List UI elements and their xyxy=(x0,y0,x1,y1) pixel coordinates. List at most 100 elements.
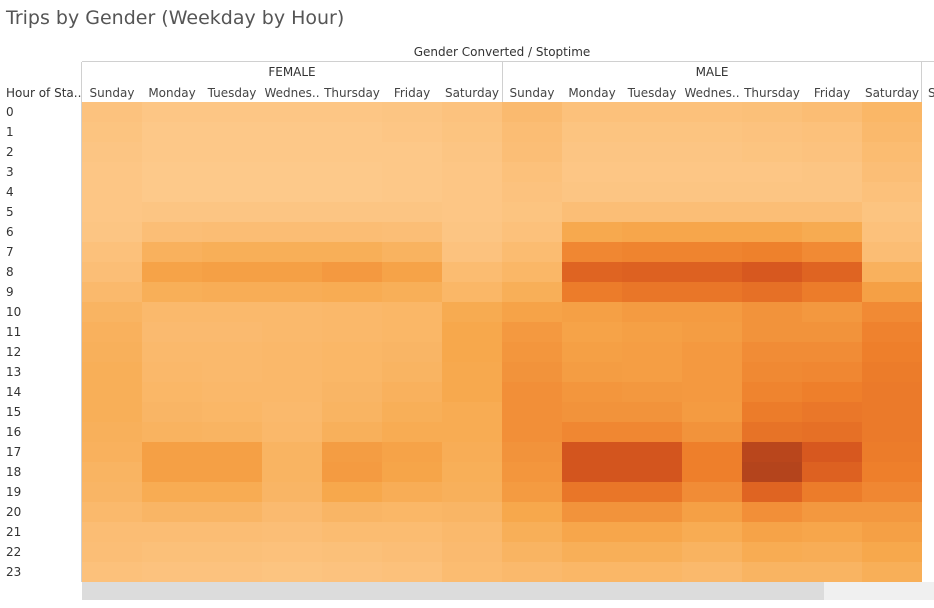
heatmap-cell-female-thursday-hour-18[interactable] xyxy=(322,462,382,482)
heatmap-cell-male-tuesday-hour-16[interactable] xyxy=(622,422,682,442)
heatmap-cell-female-tuesday-hour-17[interactable] xyxy=(202,442,262,462)
heatmap-cell-female-monday-hour-16[interactable] xyxy=(142,422,202,442)
heatmap-cell-male-thursday-hour-10[interactable] xyxy=(742,302,802,322)
heatmap-cell-male-wednes-hour-13[interactable] xyxy=(682,362,742,382)
heatmap-cell-male-wednes-hour-21[interactable] xyxy=(682,522,742,542)
heatmap-cell-male-tuesday-hour-14[interactable] xyxy=(622,382,682,402)
heatmap-cell-female-saturday-hour-14[interactable] xyxy=(442,382,502,402)
heatmap-cell-male-saturday-hour-8[interactable] xyxy=(862,262,922,282)
heatmap-cell-female-tuesday-hour-6[interactable] xyxy=(202,222,262,242)
heatmap-cell-female-sunday-hour-16[interactable] xyxy=(82,422,142,442)
heatmap-cell-female-friday-hour-21[interactable] xyxy=(382,522,442,542)
heatmap-cell-female-friday-hour-1[interactable] xyxy=(382,122,442,142)
heatmap-cell-female-wednes-hour-19[interactable] xyxy=(262,482,322,502)
heatmap-cell-female-friday-hour-4[interactable] xyxy=(382,182,442,202)
heatmap-cell-female-tuesday-hour-9[interactable] xyxy=(202,282,262,302)
heatmap-cell-female-thursday-hour-17[interactable] xyxy=(322,442,382,462)
heatmap-cell-male-sunday-hour-21[interactable] xyxy=(502,522,562,542)
heatmap-cell-female-tuesday-hour-12[interactable] xyxy=(202,342,262,362)
scrollbar-thumb[interactable] xyxy=(82,582,824,600)
heatmap-cell-female-wednes-hour-6[interactable] xyxy=(262,222,322,242)
heatmap-cell-male-sunday-hour-7[interactable] xyxy=(502,242,562,262)
heatmap-cell-male-saturday-hour-10[interactable] xyxy=(862,302,922,322)
heatmap-cell-female-sunday-hour-11[interactable] xyxy=(82,322,142,342)
heatmap-cell-male-saturday-hour-13[interactable] xyxy=(862,362,922,382)
heatmap-cell-female-saturday-hour-20[interactable] xyxy=(442,502,502,522)
heatmap-cell-female-tuesday-hour-18[interactable] xyxy=(202,462,262,482)
heatmap-cell-male-monday-hour-1[interactable] xyxy=(562,122,622,142)
heatmap-cell-female-wednes-hour-16[interactable] xyxy=(262,422,322,442)
heatmap-cell-female-sunday-hour-9[interactable] xyxy=(82,282,142,302)
heatmap-cell-male-monday-hour-16[interactable] xyxy=(562,422,622,442)
heatmap-cell-male-thursday-hour-11[interactable] xyxy=(742,322,802,342)
heatmap-cell-female-friday-hour-7[interactable] xyxy=(382,242,442,262)
heatmap-cell-male-wednes-hour-8[interactable] xyxy=(682,262,742,282)
heatmap-cell-female-monday-hour-0[interactable] xyxy=(142,102,202,122)
heatmap-cell-female-tuesday-hour-22[interactable] xyxy=(202,542,262,562)
heatmap-cell-male-sunday-hour-13[interactable] xyxy=(502,362,562,382)
heatmap-cell-male-tuesday-hour-12[interactable] xyxy=(622,342,682,362)
heatmap-cell-male-sunday-hour-4[interactable] xyxy=(502,182,562,202)
heatmap-cell-female-thursday-hour-8[interactable] xyxy=(322,262,382,282)
heatmap-cell-male-monday-hour-12[interactable] xyxy=(562,342,622,362)
heatmap-cell-male-thursday-hour-6[interactable] xyxy=(742,222,802,242)
heatmap-cell-female-saturday-hour-22[interactable] xyxy=(442,542,502,562)
heatmap-cell-female-monday-hour-4[interactable] xyxy=(142,182,202,202)
heatmap-cell-male-saturday-hour-1[interactable] xyxy=(862,122,922,142)
heatmap-cell-male-friday-hour-6[interactable] xyxy=(802,222,862,242)
heatmap-cell-male-thursday-hour-4[interactable] xyxy=(742,182,802,202)
heatmap-cell-female-sunday-hour-2[interactable] xyxy=(82,142,142,162)
heatmap-cell-female-wednes-hour-7[interactable] xyxy=(262,242,322,262)
heatmap-cell-male-wednes-hour-3[interactable] xyxy=(682,162,742,182)
heatmap-cell-female-sunday-hour-23[interactable] xyxy=(82,562,142,582)
heatmap-cell-male-tuesday-hour-20[interactable] xyxy=(622,502,682,522)
heatmap-cell-female-saturday-hour-8[interactable] xyxy=(442,262,502,282)
heatmap-cell-female-wednes-hour-15[interactable] xyxy=(262,402,322,422)
heatmap-cell-female-monday-hour-17[interactable] xyxy=(142,442,202,462)
heatmap-cell-male-thursday-hour-21[interactable] xyxy=(742,522,802,542)
heatmap-cell-male-wednes-hour-12[interactable] xyxy=(682,342,742,362)
heatmap-cell-male-thursday-hour-1[interactable] xyxy=(742,122,802,142)
heatmap-cell-female-sunday-hour-8[interactable] xyxy=(82,262,142,282)
heatmap-cell-male-monday-hour-17[interactable] xyxy=(562,442,622,462)
heatmap-cell-male-sunday-hour-9[interactable] xyxy=(502,282,562,302)
heatmap-cell-male-tuesday-hour-19[interactable] xyxy=(622,482,682,502)
heatmap-cell-female-monday-hour-14[interactable] xyxy=(142,382,202,402)
heatmap-cell-male-sunday-hour-22[interactable] xyxy=(502,542,562,562)
heatmap-cell-female-wednes-hour-4[interactable] xyxy=(262,182,322,202)
heatmap-cell-male-monday-hour-11[interactable] xyxy=(562,322,622,342)
heatmap-cell-female-tuesday-hour-1[interactable] xyxy=(202,122,262,142)
heatmap-cell-male-friday-hour-23[interactable] xyxy=(802,562,862,582)
heatmap-cell-male-tuesday-hour-18[interactable] xyxy=(622,462,682,482)
heatmap-cell-male-thursday-hour-20[interactable] xyxy=(742,502,802,522)
heatmap-cell-female-monday-hour-11[interactable] xyxy=(142,322,202,342)
heatmap-cell-female-thursday-hour-1[interactable] xyxy=(322,122,382,142)
heatmap-cell-female-thursday-hour-7[interactable] xyxy=(322,242,382,262)
heatmap-cell-male-thursday-hour-7[interactable] xyxy=(742,242,802,262)
heatmap-cell-male-saturday-hour-16[interactable] xyxy=(862,422,922,442)
heatmap-cell-male-friday-hour-22[interactable] xyxy=(802,542,862,562)
heatmap-cell-male-thursday-hour-19[interactable] xyxy=(742,482,802,502)
heatmap-cell-male-tuesday-hour-23[interactable] xyxy=(622,562,682,582)
heatmap-cell-male-sunday-hour-15[interactable] xyxy=(502,402,562,422)
heatmap-cell-male-thursday-hour-18[interactable] xyxy=(742,462,802,482)
heatmap-cell-female-thursday-hour-23[interactable] xyxy=(322,562,382,582)
heatmap-cell-male-saturday-hour-3[interactable] xyxy=(862,162,922,182)
heatmap-cell-female-wednes-hour-8[interactable] xyxy=(262,262,322,282)
heatmap-cell-male-wednes-hour-17[interactable] xyxy=(682,442,742,462)
heatmap-cell-male-sunday-hour-12[interactable] xyxy=(502,342,562,362)
heatmap-cell-male-friday-hour-14[interactable] xyxy=(802,382,862,402)
heatmap-cell-male-tuesday-hour-5[interactable] xyxy=(622,202,682,222)
heatmap-cell-female-sunday-hour-22[interactable] xyxy=(82,542,142,562)
heatmap-cell-male-wednes-hour-9[interactable] xyxy=(682,282,742,302)
heatmap-cell-male-tuesday-hour-1[interactable] xyxy=(622,122,682,142)
heatmap-cell-female-thursday-hour-9[interactable] xyxy=(322,282,382,302)
heatmap-cell-male-saturday-hour-20[interactable] xyxy=(862,502,922,522)
heatmap-cell-male-wednes-hour-14[interactable] xyxy=(682,382,742,402)
heatmap-cell-female-monday-hour-23[interactable] xyxy=(142,562,202,582)
heatmap-cell-female-monday-hour-15[interactable] xyxy=(142,402,202,422)
heatmap-cell-female-tuesday-hour-0[interactable] xyxy=(202,102,262,122)
heatmap-cell-female-wednes-hour-21[interactable] xyxy=(262,522,322,542)
heatmap-cell-female-thursday-hour-13[interactable] xyxy=(322,362,382,382)
heatmap-cell-female-monday-hour-7[interactable] xyxy=(142,242,202,262)
